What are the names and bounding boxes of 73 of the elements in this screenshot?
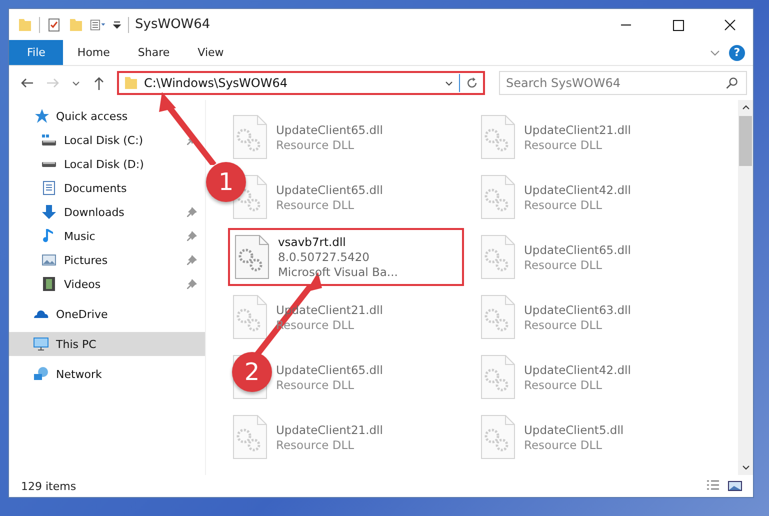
file-detail: Resource DLL (276, 438, 356, 452)
file-name[interactable]: vsavb7rt.dll (278, 235, 398, 249)
file-detail: Resource DLL (524, 318, 604, 332)
nav-item[interactable]: OneDrive (9, 302, 205, 326)
pin-icon[interactable] (187, 207, 197, 217)
dll-file-icon (232, 114, 268, 160)
ribbon-tab[interactable]: View (184, 40, 238, 65)
search-field[interactable]: Search SysWOW64 (499, 71, 747, 95)
file-detail: Resource DLL (524, 378, 604, 392)
picture-icon (41, 252, 57, 268)
file-name[interactable]: UpdateClient42.dll (524, 182, 631, 196)
drive-icon (42, 162, 56, 166)
nav-item[interactable]: This PC (9, 332, 205, 356)
ribbon-tab[interactable]: File (9, 40, 64, 65)
file-name[interactable]: UpdateClient65.dll (276, 362, 383, 376)
file-detail: Resource DLL (276, 198, 356, 212)
folder-icon (123, 75, 139, 91)
dll-file-icon (480, 414, 516, 460)
thumbnail-view-icon[interactable] (727, 478, 743, 494)
address-field[interactable]: C:\Windows\SysWOW64 (117, 71, 485, 95)
dll-file-icon (480, 114, 516, 160)
dll-file-icon (232, 414, 268, 460)
dll-file-icon (480, 354, 516, 400)
refresh-icon[interactable] (465, 76, 479, 90)
file-detail: Resource DLL (524, 438, 604, 452)
dll-file-icon (232, 294, 268, 340)
document-icon (41, 180, 57, 196)
star-icon (33, 108, 49, 124)
download-arrow-icon (41, 204, 57, 220)
file-detail: Resource DLL (276, 378, 356, 392)
network-icon (33, 366, 49, 382)
dll-file-icon (480, 234, 516, 280)
dll-file-icon (480, 294, 516, 340)
scroll-thumb[interactable] (739, 116, 752, 166)
file-detail: Resource DLL (524, 198, 604, 212)
file-detail: 8.0.50727.5420 (278, 250, 370, 264)
file-name[interactable]: UpdateClient5.dll (524, 422, 624, 436)
window-title: SysWOW64 (135, 17, 210, 32)
film-strip-icon (41, 276, 57, 292)
nav-item[interactable]: Network (9, 362, 205, 386)
drive-icon (41, 132, 57, 148)
dll-file-icon (480, 174, 516, 220)
nav-item[interactable]: Music (9, 224, 205, 248)
file-name[interactable]: UpdateClient21.dll (276, 422, 383, 436)
file-detail: Resource DLL (276, 138, 356, 152)
item-count: 129 items (21, 480, 76, 492)
nav-item[interactable]: Local Disk (D:) (9, 152, 205, 176)
nav-item[interactable]: Downloads (9, 200, 205, 224)
dll-file-icon (234, 234, 270, 280)
dropdown-arrow-icon[interactable] (112, 20, 122, 30)
nav-item[interactable]: Videos (9, 272, 205, 296)
file-detail: Microsoft Visual Ba... (278, 265, 398, 279)
nav-item[interactable]: Documents (9, 176, 205, 200)
nav-item[interactable]: Quick access (9, 104, 205, 128)
file-detail: Resource DLL (524, 258, 604, 272)
help-button[interactable]: ? (729, 44, 745, 60)
nav-item[interactable]: Pictures (9, 248, 205, 272)
file-name[interactable]: UpdateClient63.dll (524, 302, 631, 316)
file-name[interactable]: UpdateClient65.dll (276, 122, 383, 136)
monitor-icon (33, 336, 49, 352)
pin-icon[interactable] (187, 231, 197, 241)
file-name[interactable]: UpdateClient65.dll (276, 182, 383, 196)
scrollbar[interactable] (738, 100, 753, 475)
ribbon-tab[interactable]: Home (63, 40, 124, 65)
checkbox-document-icon[interactable] (46, 16, 62, 32)
file-name[interactable]: UpdateClient21.dll (524, 122, 631, 136)
pin-icon[interactable] (187, 279, 197, 289)
file-detail: Resource DLL (524, 138, 604, 152)
pin-icon[interactable] (187, 255, 197, 265)
file-name[interactable]: UpdateClient42.dll (524, 362, 631, 376)
file-name[interactable]: UpdateClient65.dll (524, 242, 631, 256)
search-icon (725, 76, 739, 90)
ribbon-tab[interactable]: Share (124, 40, 184, 65)
